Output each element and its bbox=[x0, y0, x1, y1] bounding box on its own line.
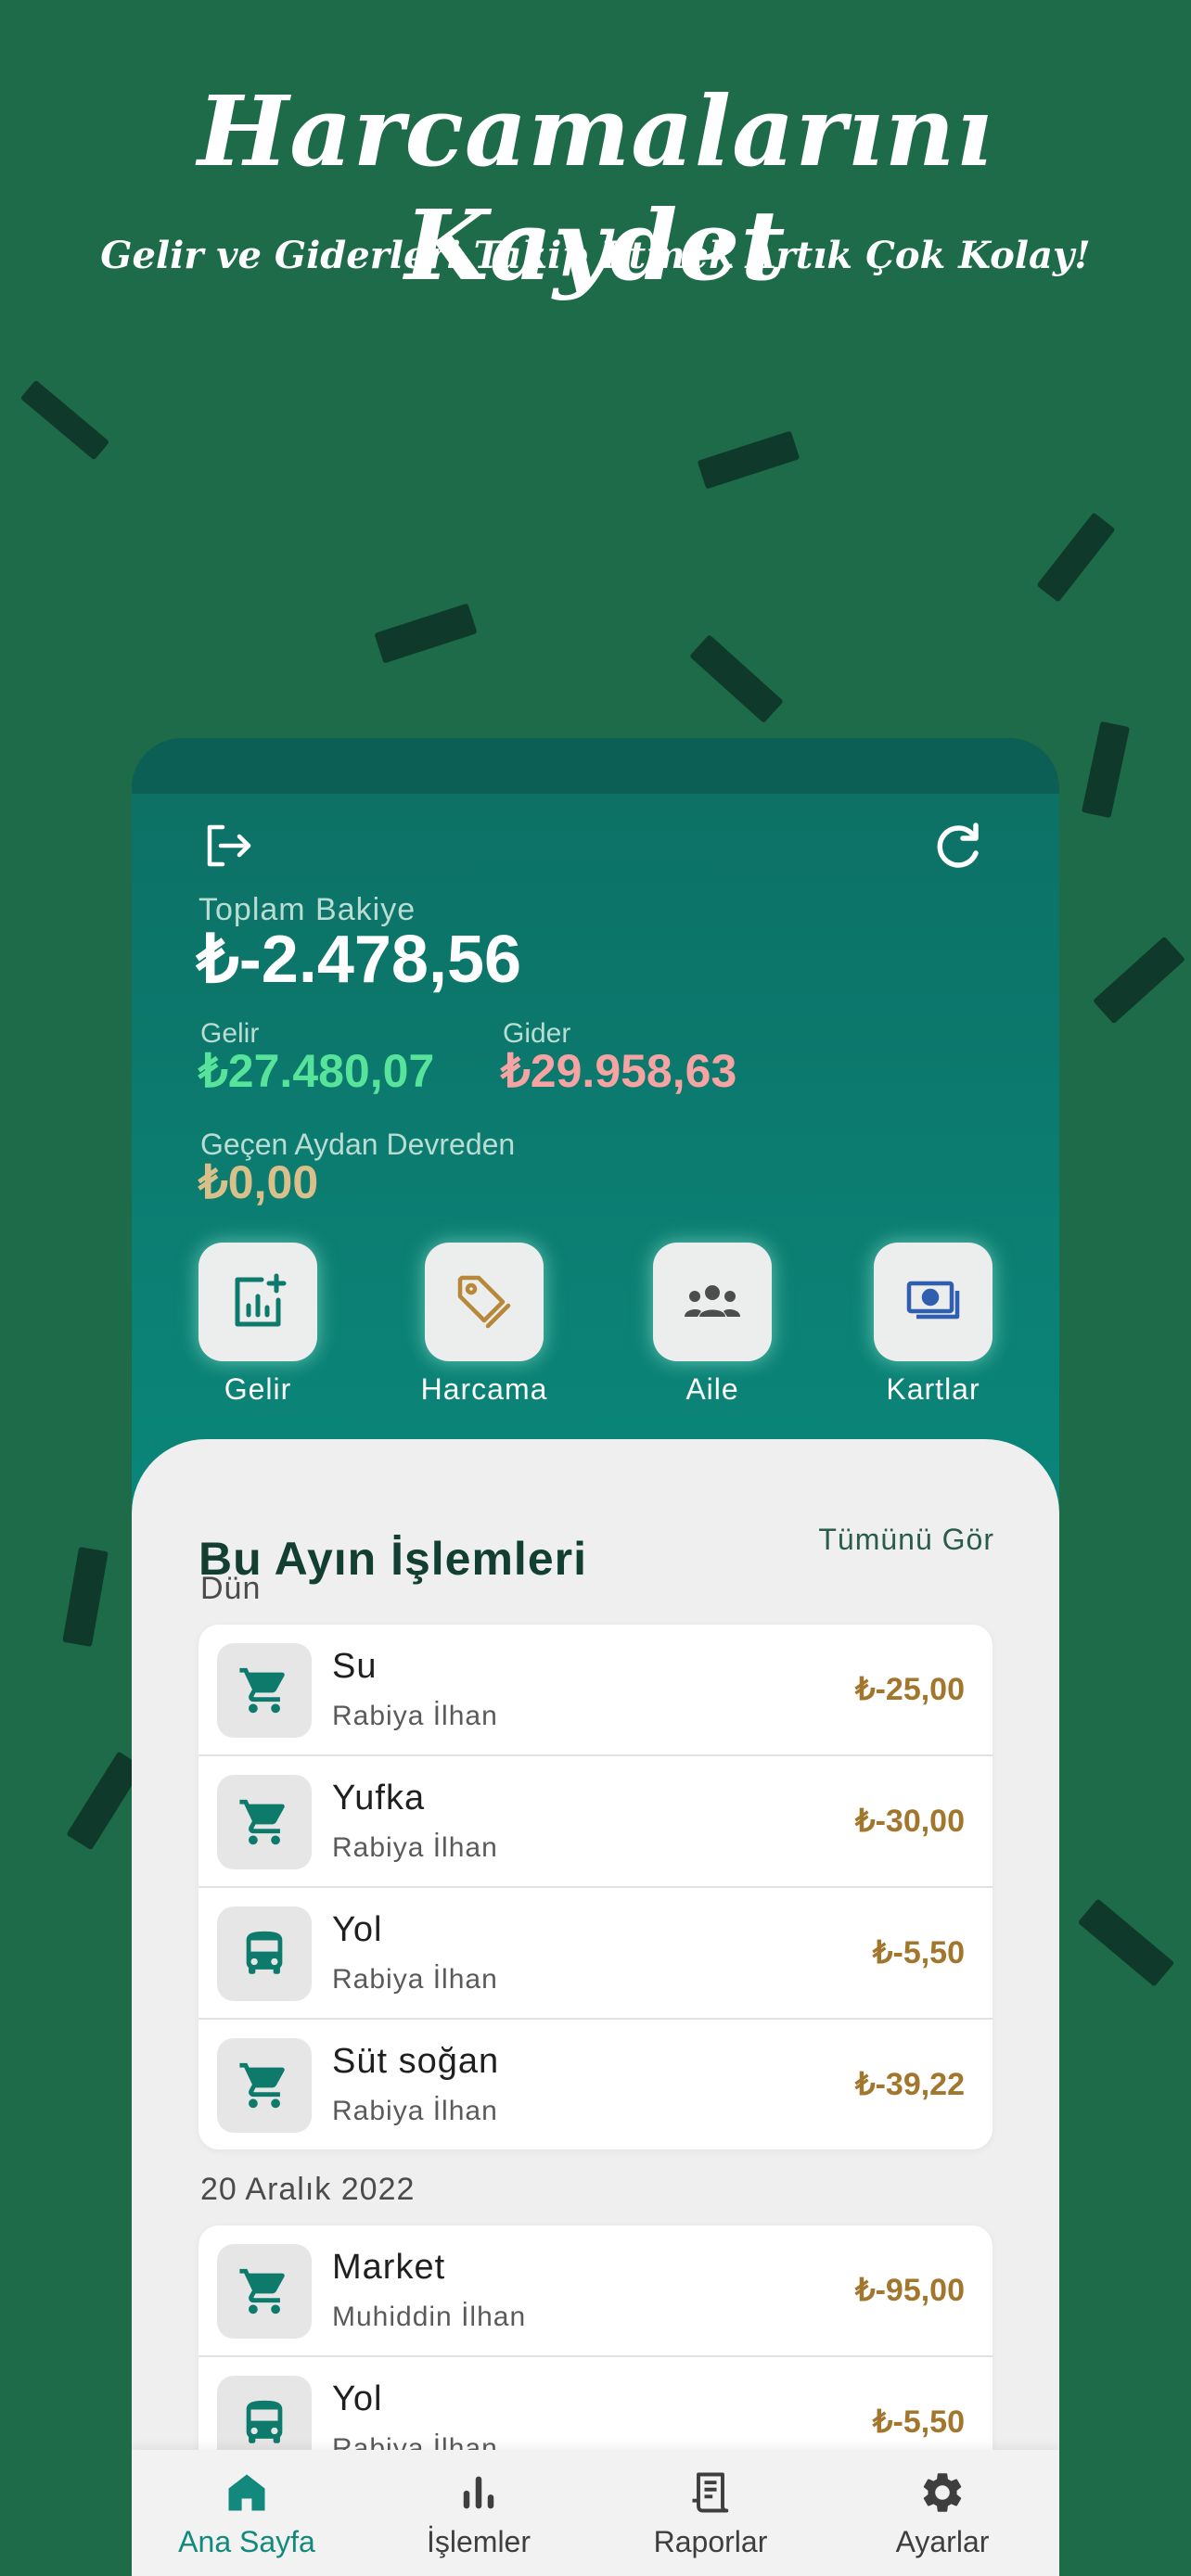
nav-label: Raporlar bbox=[653, 2525, 768, 2558]
action-label: Gelir bbox=[224, 1372, 292, 1406]
transaction-row[interactable]: Yufka Rabiya İlhan ₺-30,00 bbox=[198, 1756, 992, 1888]
action-label: Kartlar bbox=[886, 1372, 980, 1406]
transaction-row[interactable]: Yol Rabiya İlhan ₺-5,50 bbox=[198, 1888, 992, 2020]
bus-icon bbox=[217, 1906, 312, 2001]
add-chart-icon bbox=[235, 1273, 287, 1327]
see-all-link[interactable]: Tümünü Gör bbox=[818, 1511, 994, 1567]
family-button[interactable]: Aile bbox=[629, 1243, 796, 1407]
confetti bbox=[374, 603, 478, 664]
cards-icon bbox=[906, 1281, 960, 1320]
balance-value: ₺-2.478,56 bbox=[197, 923, 522, 997]
confetti bbox=[1092, 936, 1186, 1025]
transaction-name: Su bbox=[332, 1647, 378, 1686]
income-value: ₺27.480,07 bbox=[198, 1045, 435, 1097]
transaction-amount: ₺-39,22 bbox=[854, 2067, 965, 2102]
transaction-amount: ₺-5,50 bbox=[872, 2404, 965, 2440]
phone-screen: Toplam Bakiye ₺-2.478,56 Gelir ₺27.480,0… bbox=[132, 738, 1059, 2576]
status-bar bbox=[132, 738, 1059, 794]
transaction-row[interactable]: Market Muhiddin İlhan ₺-95,00 bbox=[198, 2225, 992, 2357]
transaction-person: Rabiya İlhan bbox=[332, 2096, 498, 2126]
transaction-group: Su Rabiya İlhan ₺-25,00 Yufka Rabiya İlh… bbox=[198, 1625, 992, 2149]
cart-icon bbox=[217, 1643, 312, 1738]
home-icon bbox=[228, 2474, 265, 2511]
confetti bbox=[1077, 1898, 1175, 1987]
nav-label: İşlemler bbox=[426, 2525, 531, 2558]
confetti bbox=[62, 1547, 109, 1647]
logout-icon bbox=[207, 824, 251, 867]
transaction-name: Market bbox=[332, 2248, 446, 2287]
transaction-person: Rabiya İlhan bbox=[332, 1832, 498, 1863]
tag-icon bbox=[457, 1275, 511, 1329]
nav-transactions[interactable]: İşlemler bbox=[386, 2468, 571, 2559]
nav-home[interactable]: Ana Sayfa bbox=[154, 2468, 339, 2559]
action-tile bbox=[198, 1243, 317, 1361]
action-label: Harcama bbox=[420, 1372, 548, 1406]
action-tile bbox=[425, 1243, 544, 1361]
receipt-icon bbox=[692, 2472, 729, 2513]
cards-button[interactable]: Kartlar bbox=[850, 1243, 1017, 1407]
refresh-icon bbox=[937, 823, 979, 868]
action-label: Aile bbox=[685, 1372, 739, 1406]
add-expense-button[interactable]: Harcama bbox=[401, 1243, 568, 1407]
gear-icon bbox=[923, 2473, 962, 2512]
add-income-button[interactable]: Gelir bbox=[174, 1243, 341, 1407]
action-tile bbox=[653, 1243, 772, 1361]
nav-reports[interactable]: Raporlar bbox=[618, 2468, 803, 2559]
nav-label: Ana Sayfa bbox=[178, 2525, 315, 2558]
logout-button[interactable] bbox=[198, 816, 258, 875]
transaction-person: Rabiya İlhan bbox=[332, 1701, 498, 1731]
cart-icon bbox=[217, 2244, 312, 2339]
confetti bbox=[19, 379, 110, 461]
nav-settings[interactable]: Ayarlar bbox=[850, 2468, 1035, 2559]
confetti bbox=[689, 633, 784, 724]
bottom-nav: Ana Sayfa İşlemler Raporlar Ayarlar bbox=[132, 2450, 1059, 2576]
transaction-person: Muhiddin İlhan bbox=[332, 2302, 527, 2332]
transaction-amount: ₺-30,00 bbox=[854, 1804, 965, 1839]
confetti bbox=[1036, 512, 1116, 603]
transaction-row[interactable]: Su Rabiya İlhan ₺-25,00 bbox=[198, 1625, 992, 1756]
transaction-name: Yol bbox=[332, 1910, 383, 1949]
transaction-name: Yol bbox=[332, 2379, 383, 2418]
bar-chart-icon bbox=[463, 2476, 494, 2509]
refresh-button[interactable] bbox=[929, 816, 989, 875]
cart-icon bbox=[217, 2038, 312, 2133]
nav-label: Ayarlar bbox=[895, 2525, 990, 2558]
transaction-row[interactable]: Süt soğan Rabiya İlhan ₺-39,22 bbox=[198, 2020, 992, 2149]
transaction-amount: ₺-5,50 bbox=[872, 1935, 965, 1970]
action-tile bbox=[874, 1243, 992, 1361]
confetti bbox=[1081, 721, 1131, 819]
transaction-amount: ₺-95,00 bbox=[854, 2273, 965, 2308]
carry-over-value: ₺0,00 bbox=[198, 1156, 319, 1208]
transaction-name: Yufka bbox=[332, 1779, 426, 1817]
transaction-person: Rabiya İlhan bbox=[332, 1964, 498, 1995]
transaction-amount: ₺-25,00 bbox=[854, 1672, 965, 1707]
group-icon bbox=[685, 1285, 740, 1317]
date-group-label: Dün bbox=[200, 1571, 262, 1606]
expense-value: ₺29.958,63 bbox=[501, 1045, 737, 1097]
cart-icon bbox=[217, 1775, 312, 1869]
hero-subtitle: Gelir ve Giderleri Takip Etmek Artık Çok… bbox=[100, 234, 1091, 277]
transaction-name: Süt soğan bbox=[332, 2042, 500, 2081]
date-group-label: 20 Aralık 2022 bbox=[200, 2172, 416, 2207]
confetti bbox=[697, 430, 800, 490]
